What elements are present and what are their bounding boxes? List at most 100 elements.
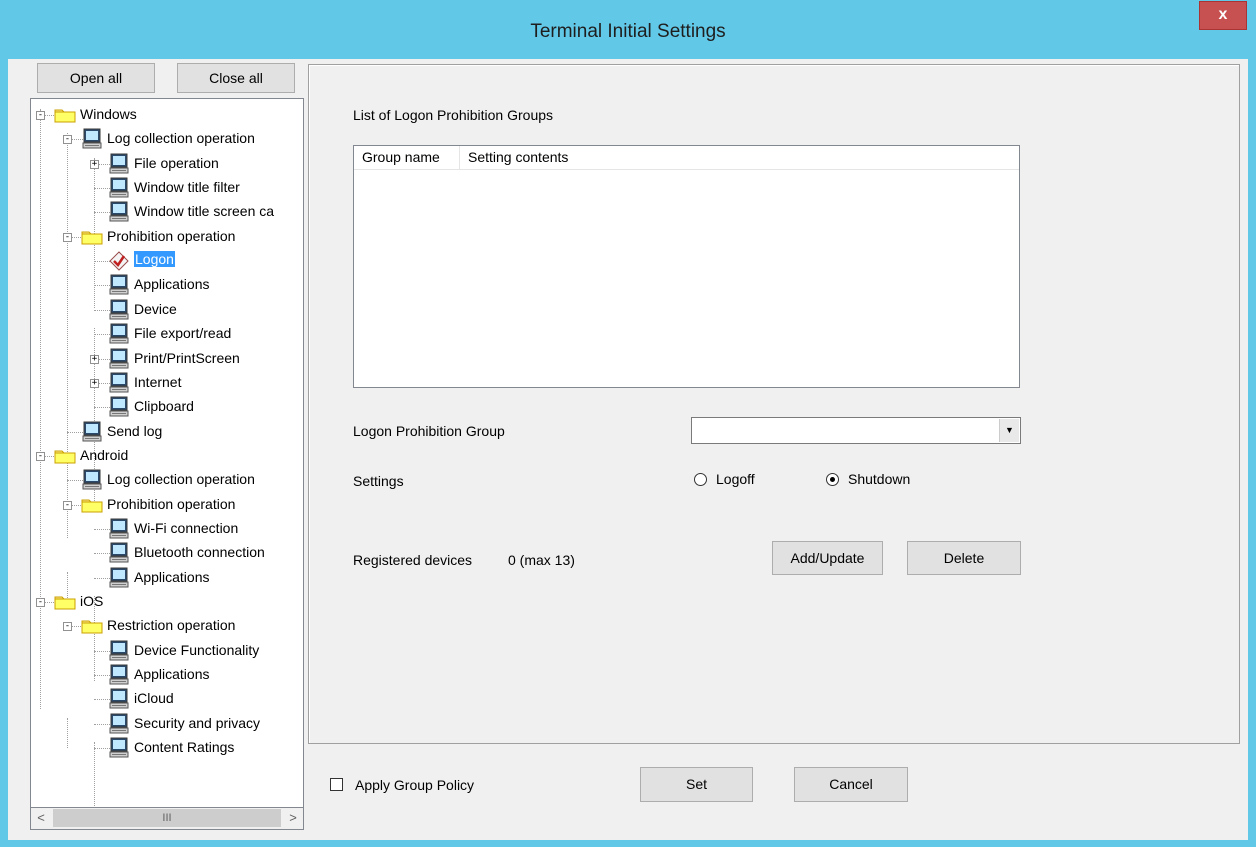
title-bar[interactable]: Terminal Initial Settings x xyxy=(0,0,1256,60)
collapse-icon[interactable]: - xyxy=(63,500,72,510)
tree-item[interactable]: Clipboard xyxy=(31,396,303,418)
folder-icon xyxy=(81,229,103,245)
tree-item[interactable]: Bluetooth connection xyxy=(31,542,303,564)
tree-item-label: File export/read xyxy=(134,325,232,342)
dropdown-arrow-icon[interactable]: ▼ xyxy=(999,419,1019,442)
monitor-icon xyxy=(108,542,130,564)
logoff-label[interactable]: Logoff xyxy=(716,471,755,487)
tree-item-label: Device Functionality xyxy=(134,641,260,658)
window-title: Terminal Initial Settings xyxy=(530,21,726,42)
delete-button[interactable]: Delete xyxy=(907,541,1021,575)
tree-item[interactable]: - Prohibition operation xyxy=(31,226,303,248)
monitor-icon xyxy=(108,640,130,662)
tree-item-label: Applications xyxy=(134,666,210,683)
settings-label: Settings xyxy=(353,473,404,489)
expand-icon[interactable]: + xyxy=(90,159,99,169)
monitor-icon xyxy=(108,688,130,710)
tree-item[interactable]: - Log collection operation xyxy=(31,128,303,150)
monitor-icon xyxy=(108,713,130,735)
apply-group-policy-checkbox[interactable] xyxy=(330,778,343,791)
tree-item[interactable]: Window title screen ca xyxy=(31,201,303,223)
folder-icon xyxy=(81,497,103,513)
add-update-button[interactable]: Add/Update xyxy=(772,541,883,575)
monitor-icon xyxy=(108,153,130,175)
column-setting-contents[interactable]: Setting contents xyxy=(460,146,1019,169)
monitor-icon xyxy=(108,396,130,418)
tree-item-label: Windows xyxy=(80,106,137,122)
shutdown-radio[interactable] xyxy=(826,473,839,486)
expand-icon[interactable]: + xyxy=(90,354,99,364)
tree-item-label: Window title filter xyxy=(134,179,240,196)
collapse-icon[interactable]: - xyxy=(36,598,45,607)
scroll-right-icon[interactable]: > xyxy=(283,808,303,829)
monitor-icon xyxy=(108,664,130,686)
monitor-icon xyxy=(108,274,130,296)
monitor-icon xyxy=(108,567,130,589)
tree-item-label: Log collection operation xyxy=(107,471,255,488)
tree-item[interactable]: Logon xyxy=(31,250,303,272)
tree-item-label: Send log xyxy=(107,422,163,439)
shutdown-label[interactable]: Shutdown xyxy=(848,471,910,487)
settings-tree[interactable]: - Windows - Log collection operation + File o… xyxy=(30,98,304,808)
monitor-icon xyxy=(108,323,130,345)
prohibition-groups-list[interactable]: Group name Setting contents xyxy=(353,145,1020,388)
collapse-icon[interactable]: - xyxy=(63,622,72,632)
collapse-icon[interactable]: - xyxy=(63,232,72,242)
group-combobox[interactable]: ▼ xyxy=(691,417,1021,444)
monitor-icon xyxy=(81,128,103,150)
tree-item[interactable]: Window title filter xyxy=(31,177,303,199)
tree-item[interactable]: + Print/PrintScreen xyxy=(31,348,303,370)
scroll-thumb[interactable]: III xyxy=(53,809,281,827)
tree-item[interactable]: Applications xyxy=(31,274,303,296)
monitor-icon xyxy=(108,518,130,540)
tree-item[interactable]: + Internet xyxy=(31,372,303,394)
monitor-icon xyxy=(108,348,130,370)
set-button[interactable]: Set xyxy=(640,767,753,802)
tree-item[interactable]: File export/read xyxy=(31,323,303,345)
tree-item-label: Internet xyxy=(134,373,182,390)
tree-item[interactable]: - Android xyxy=(31,445,303,467)
tree-item[interactable]: + File operation xyxy=(31,153,303,175)
close-button[interactable]: x xyxy=(1199,1,1247,30)
cancel-button[interactable]: Cancel xyxy=(794,767,908,802)
open-all-button[interactable]: Open all xyxy=(37,63,155,93)
tree-horizontal-scrollbar[interactable]: < III > xyxy=(30,808,304,830)
tree-item[interactable]: Security and privacy xyxy=(31,713,303,735)
radio-selected-dot xyxy=(830,477,835,482)
tree-item[interactable]: Content Ratings xyxy=(31,737,303,759)
tree-item[interactable]: - Prohibition operation xyxy=(31,494,303,516)
tree-item-label: Log collection operation xyxy=(107,130,255,147)
tree-item[interactable]: iCloud xyxy=(31,688,303,710)
column-group-name[interactable]: Group name xyxy=(354,146,460,169)
tree-item[interactable]: Device Functionality xyxy=(31,640,303,662)
tree-item[interactable]: - Restriction operation xyxy=(31,615,303,637)
monitor-icon xyxy=(108,737,130,759)
tree-item-label: Security and privacy xyxy=(134,714,261,731)
tree-item[interactable]: Send log xyxy=(31,421,303,443)
tree-item-label: Window title screen ca xyxy=(134,203,275,220)
tree-item-label: Logon xyxy=(134,251,175,268)
tree-item-label: Android xyxy=(80,446,129,463)
tree-item-label: Applications xyxy=(134,276,210,293)
collapse-icon[interactable]: - xyxy=(63,135,72,145)
folder-icon xyxy=(54,107,76,123)
group-label: Logon Prohibition Group xyxy=(353,423,505,439)
collapse-icon[interactable]: - xyxy=(36,111,45,120)
monitor-icon xyxy=(108,201,130,223)
tree-item[interactable]: Device xyxy=(31,299,303,321)
close-all-button[interactable]: Close all xyxy=(177,63,295,93)
monitor-icon xyxy=(108,372,130,394)
tree-item[interactable]: Wi-Fi connection xyxy=(31,518,303,540)
logoff-radio[interactable] xyxy=(694,473,707,486)
expand-icon[interactable]: + xyxy=(90,378,99,388)
list-header: Group name Setting contents xyxy=(354,146,1019,170)
apply-group-policy-label[interactable]: Apply Group Policy xyxy=(355,777,474,793)
tree-item[interactable]: - iOS xyxy=(31,591,303,613)
tree-item[interactable]: Log collection operation xyxy=(31,469,303,491)
tree-item[interactable]: Applications xyxy=(31,567,303,589)
tree-item[interactable]: Applications xyxy=(31,664,303,686)
checkmark-diamond-icon xyxy=(108,250,130,272)
scroll-left-icon[interactable]: < xyxy=(31,808,51,829)
tree-item[interactable]: - Windows xyxy=(31,104,303,126)
collapse-icon[interactable]: - xyxy=(36,451,45,461)
